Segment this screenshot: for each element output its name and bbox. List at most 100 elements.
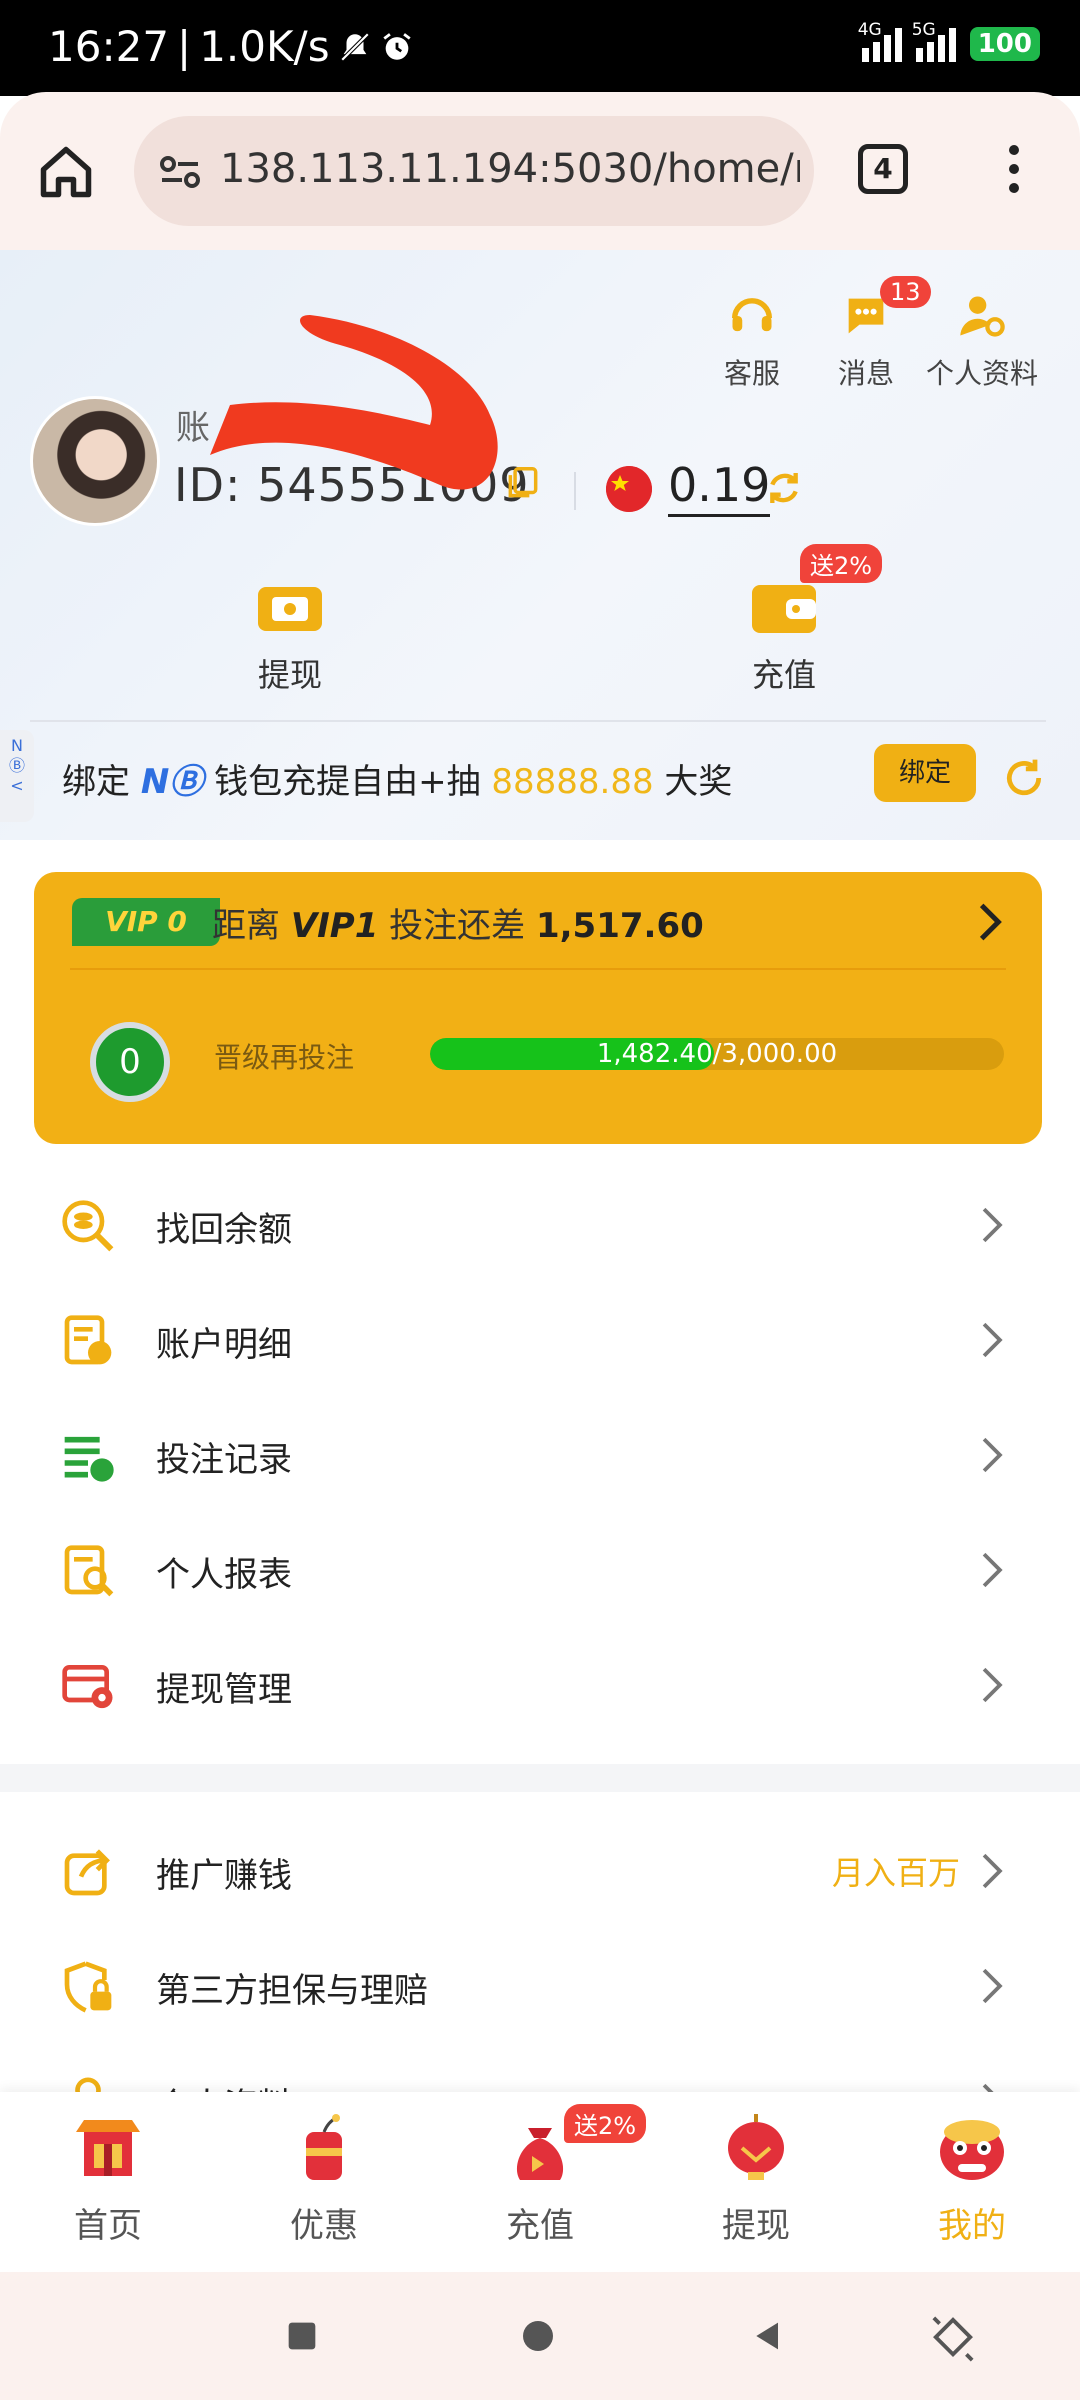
- id-balance-divider: [574, 472, 576, 510]
- wallet-brand: NⒷ: [140, 762, 204, 802]
- recover-balance-icon: [62, 1200, 114, 1252]
- bind-middle: 钱包充提自由+抽: [203, 762, 492, 802]
- menu-item-recover-balance[interactable]: 找回余额: [0, 1166, 1080, 1281]
- home-lantern-icon: [76, 2120, 140, 2176]
- status-bar: 16:27 | 1.0K/s 4G 5G 100: [0, 0, 1080, 96]
- red-lantern-icon: [728, 2114, 784, 2180]
- menu-label: 个人报表: [156, 1555, 292, 1595]
- vip-progress-card[interactable]: VIP 0 距离 VIP1 投注还差 1,517.60 0 晋级再投注 1,48…: [34, 872, 1042, 1144]
- bell-off-icon: [340, 32, 369, 61]
- side-tab-label: N: [11, 736, 23, 755]
- site-settings-icon[interactable]: [156, 148, 204, 196]
- system-navigation-bar: [0, 2272, 1080, 2400]
- back-triangle-icon[interactable]: [748, 2316, 788, 2356]
- bind-suffix: 大奖: [653, 762, 733, 802]
- vip-divider: [70, 968, 1006, 970]
- redaction-scribble: [210, 315, 498, 490]
- refresh-balance-icon[interactable]: [764, 468, 804, 508]
- bind-prefix: 绑定: [62, 762, 141, 802]
- bottom-navigation: 首页 优惠 充值 送2% 提现 我的: [0, 2092, 1080, 2272]
- recharge-bonus-badge: 送2%: [800, 544, 883, 583]
- nav-home-label: 首页: [74, 2206, 142, 2246]
- alarm-icon: [382, 32, 411, 60]
- headset-icon: [731, 298, 773, 332]
- chevron-right-icon: [982, 1207, 1003, 1243]
- chevron-right-icon[interactable]: [976, 902, 1004, 942]
- menu-item-promote[interactable]: 推广赚钱 月入百万: [0, 1812, 1080, 1927]
- vip-text-prefix: 距离: [212, 906, 291, 946]
- signal-4g-label: 4G: [857, 20, 882, 40]
- profile-settings-icon: [960, 296, 1005, 337]
- menu-item-personal-report[interactable]: 个人报表: [0, 1511, 1080, 1626]
- home-icon[interactable]: [36, 142, 96, 202]
- avatar[interactable]: [30, 396, 160, 526]
- menu-label: 投注记录: [156, 1440, 292, 1480]
- nav-home[interactable]: 首页: [28, 2112, 188, 2247]
- home-circle-icon[interactable]: [518, 2316, 558, 2356]
- vip-requirement-text: 距离 VIP1 投注还差 1,517.60: [212, 898, 704, 947]
- profile-header: 客服 13 消息 个人资料 账 ID: 545551009 0.19 提现 充值…: [0, 250, 1080, 840]
- withdraw-label: 提现: [257, 656, 322, 694]
- section-gap: [0, 1764, 1080, 1792]
- recharge-button[interactable]: 充值: [704, 580, 864, 696]
- messages-label: 消息: [837, 357, 894, 390]
- nav-mine[interactable]: 我的: [892, 2112, 1052, 2247]
- lion-dance-icon: [940, 2120, 1004, 2180]
- nav-recharge-badge: 送2%: [564, 2104, 647, 2143]
- menu-item-bet-record[interactable]: 投注记录: [0, 1396, 1080, 1511]
- url-bar[interactable]: 138.113.11.194:5030/home/mine?c: [134, 116, 814, 226]
- balance-value: 0.19: [668, 458, 771, 517]
- header-divider: [30, 720, 1046, 722]
- messages-button[interactable]: 13 消息: [806, 276, 931, 392]
- status-separator: |: [177, 22, 192, 71]
- nav-promotions[interactable]: 优惠: [244, 2112, 404, 2247]
- status-speed: 1.0K/s: [199, 22, 330, 71]
- vip-progress-text: 1,482.40/3,000.00: [596, 1039, 838, 1069]
- side-float-tab[interactable]: N Ⓑ <: [0, 730, 34, 822]
- chevron-right-icon: [982, 1968, 1003, 2004]
- recents-square-icon[interactable]: [282, 2316, 322, 2356]
- nav-promotions-label: 优惠: [290, 2206, 358, 2246]
- url-text[interactable]: 138.113.11.194:5030/home/mine?c: [220, 146, 800, 192]
- chevron-right-icon: [982, 1853, 1003, 1889]
- menu-item-guarantee[interactable]: 第三方担保与理赔: [0, 1927, 1080, 2042]
- menu-label: 账户明细: [156, 1325, 292, 1365]
- menu-label: 找回余额: [156, 1210, 292, 1250]
- customer-service-label: 客服: [723, 357, 780, 390]
- status-right: 4G 5G 100: [858, 20, 1040, 62]
- withdraw-icon: [258, 587, 322, 631]
- signal-5g-icon: 5G: [912, 20, 956, 62]
- personal-info-button[interactable]: 个人资料: [922, 290, 1042, 392]
- prize-amount: 88888.88: [491, 762, 654, 802]
- signal-5g-label: 5G: [911, 20, 936, 40]
- nav-withdraw-label: 提现: [722, 2206, 790, 2246]
- nav-recharge-label: 充值: [506, 2206, 574, 2246]
- share-icon: [64, 1849, 110, 1896]
- vip-text-middle: 投注还差: [378, 906, 536, 946]
- nav-mine-label: 我的: [938, 2206, 1006, 2246]
- bet-record-icon: [64, 1436, 114, 1482]
- copy-icon[interactable]: [504, 462, 542, 504]
- upgrade-label: 晋级再投注: [214, 1041, 355, 1074]
- menu-item-withdraw-manage[interactable]: 提现管理: [0, 1626, 1080, 1741]
- china-flag-icon: [606, 466, 652, 512]
- bind-button[interactable]: 绑定: [874, 744, 976, 802]
- nav-withdraw[interactable]: 提现: [676, 2112, 836, 2247]
- withdraw-button[interactable]: 提现: [210, 580, 370, 696]
- customer-service-button[interactable]: 客服: [692, 290, 812, 392]
- vip-remaining-amount: 1,517.60: [535, 906, 704, 946]
- rotate-screen-icon[interactable]: [930, 2316, 976, 2362]
- chevron-right-icon: [982, 1437, 1003, 1473]
- status-time: 16:27: [48, 22, 170, 71]
- vip-target-level: VIP1: [290, 906, 379, 946]
- tab-switcher-button[interactable]: 4: [858, 144, 908, 194]
- banner-refresh-icon[interactable]: [1002, 756, 1046, 800]
- vip-progress-bar: 1,482.40/3,000.00: [430, 1038, 1004, 1070]
- menu-item-account-detail[interactable]: 账户明细: [0, 1281, 1080, 1396]
- personal-info-label: 个人资料: [925, 357, 1038, 390]
- more-menu-icon[interactable]: [1004, 140, 1024, 200]
- battery-indicator: 100: [969, 27, 1040, 61]
- promote-highlight: 月入百万: [831, 1854, 960, 1892]
- account-detail-icon: [64, 1315, 112, 1365]
- withdraw-manage-icon: [62, 1665, 113, 1709]
